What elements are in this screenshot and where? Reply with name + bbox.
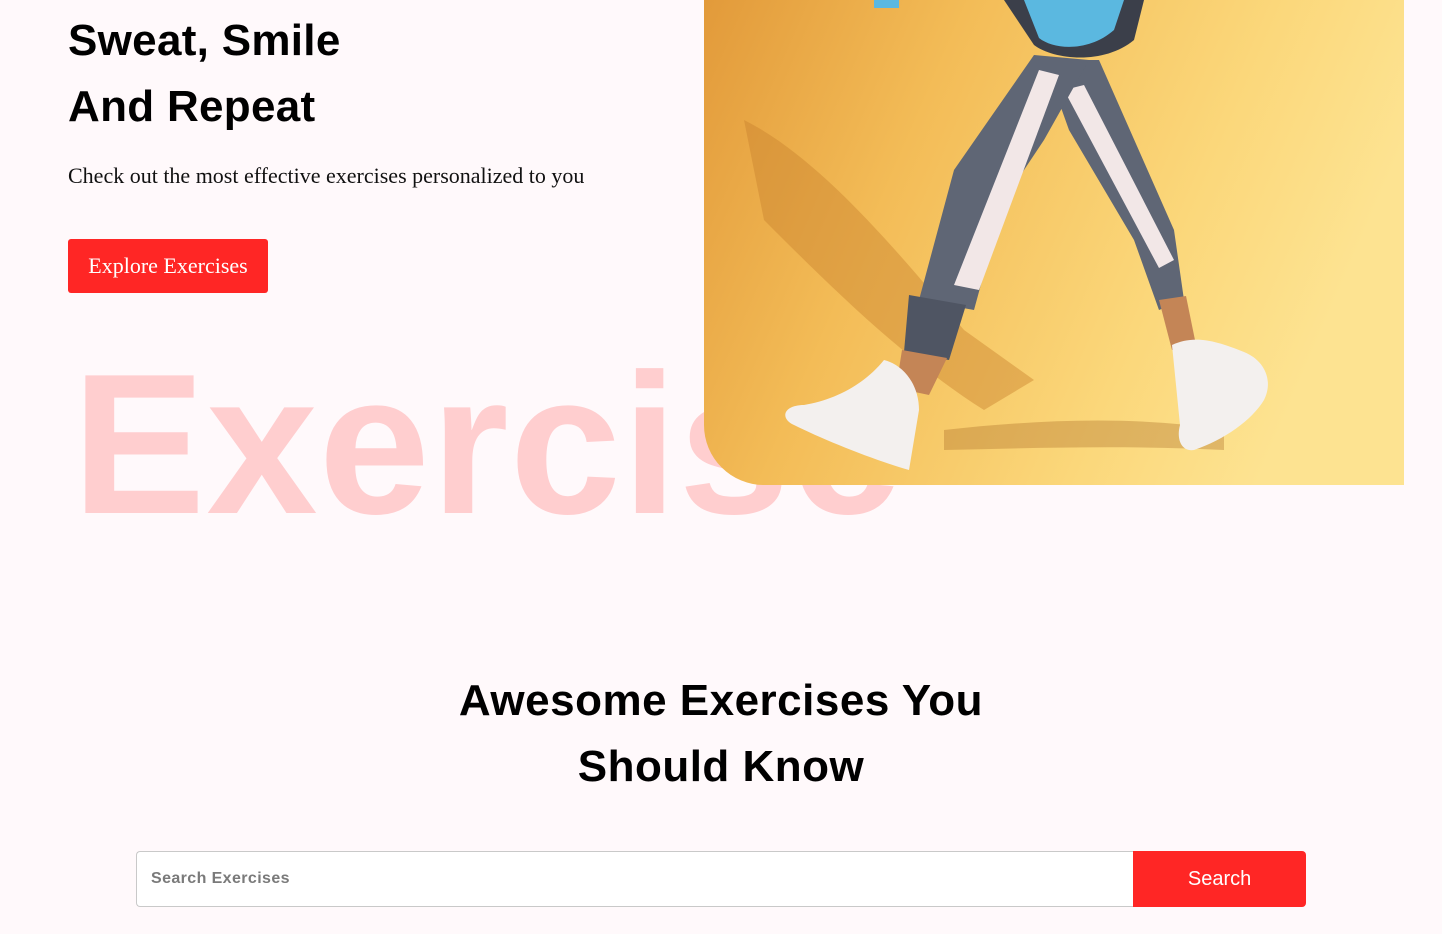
search-input[interactable] [136,851,1134,907]
hero-title: Sweat, Smile And Repeat [68,8,341,140]
search-button[interactable]: Search [1133,851,1306,907]
section-title-line-2: Should Know [577,742,865,791]
bag-strap [874,0,899,8]
section-title-line-1: Awesome Exercises You [458,676,984,725]
hero-banner-image [704,0,1404,485]
hero-subtitle: Check out the most effective exercises p… [68,163,585,188]
section-title: Awesome Exercises You Should Know [0,668,1442,800]
hero-title-line-1: Sweat, Smile [68,16,341,65]
hero-title-line-2: And Repeat [68,82,316,131]
page: Sweat, Smile And Repeat Check out the mo… [0,0,1442,934]
explore-exercises-button[interactable]: Explore Exercises [68,239,268,293]
search-bar: Search [136,851,1306,907]
